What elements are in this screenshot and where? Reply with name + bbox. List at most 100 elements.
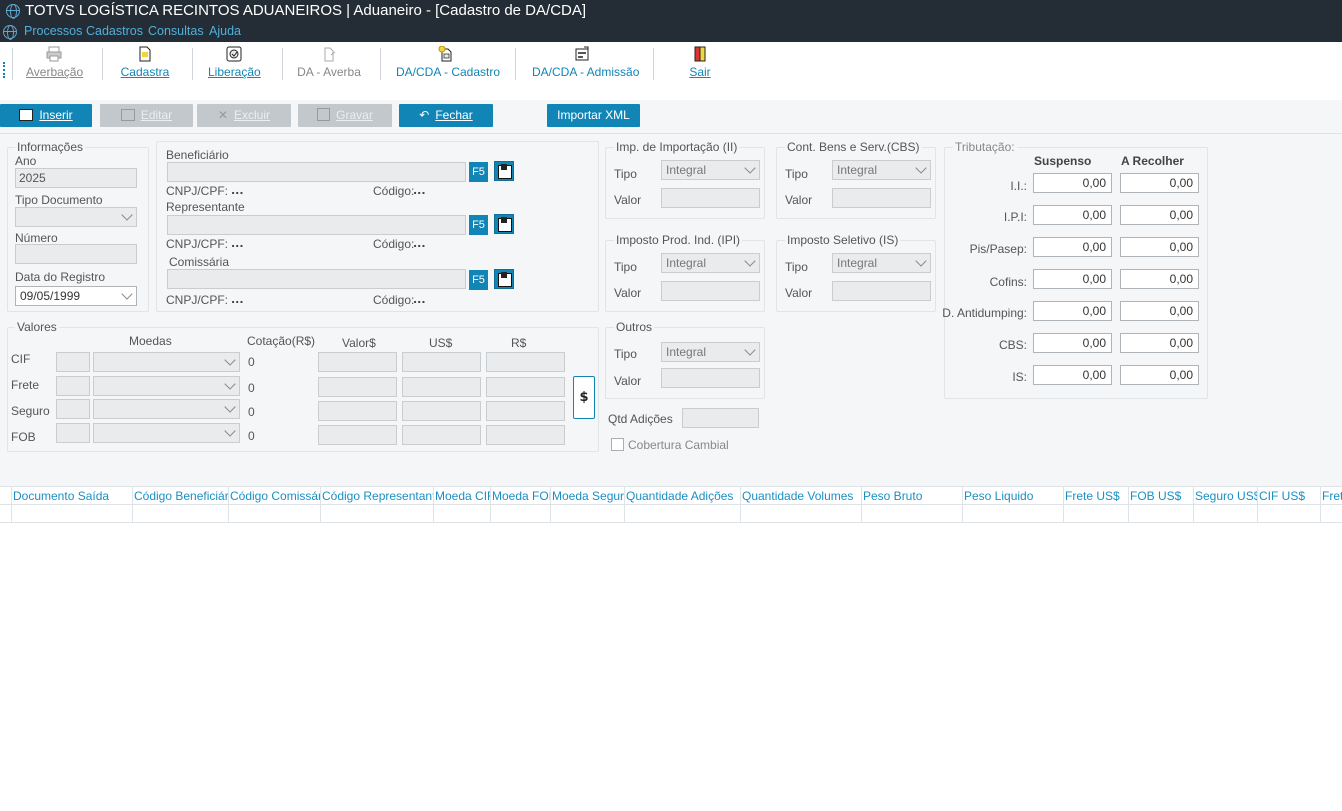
fob-moeda-select[interactable] xyxy=(93,423,240,443)
trib-ipi-suspenso-field[interactable]: 0,00 xyxy=(1033,205,1112,225)
fob-us-field[interactable] xyxy=(402,425,481,445)
menu-ajuda[interactable]: Ajuda xyxy=(209,24,241,38)
cif-code-field[interactable] xyxy=(56,352,90,372)
grid-cell xyxy=(740,505,862,523)
col-codigo-beneficiario[interactable]: Código Beneficiário xyxy=(132,487,229,506)
is-valor-field[interactable] xyxy=(832,281,931,301)
col-frete-truncated[interactable]: Fret xyxy=(1320,487,1342,506)
frete-moeda-select[interactable] xyxy=(93,376,240,396)
col-codigo-representante[interactable]: Código Representante xyxy=(320,487,434,506)
trib-ii-suspenso-field[interactable]: 0,00 xyxy=(1033,173,1112,193)
col-codigo-comissaria[interactable]: Código Comissária xyxy=(228,487,321,506)
toolbar-dacda-cadastro-button[interactable]: DA/CDA - Cadastro xyxy=(396,45,500,86)
gravar-button[interactable]: Gravar xyxy=(298,104,392,127)
col-cif-us[interactable]: CIF US$ xyxy=(1257,487,1321,506)
frete-us-field[interactable] xyxy=(402,377,481,397)
grid-cell xyxy=(320,505,434,523)
toolbar-sair-button[interactable]: Sair xyxy=(686,46,714,86)
is-tipo-select[interactable]: Integral xyxy=(832,253,931,273)
cbs-valor-field[interactable] xyxy=(832,188,931,208)
toolbar-liberacao-button[interactable]: Liberação xyxy=(208,46,261,86)
comissaria-field[interactable] xyxy=(167,269,466,289)
representante-field[interactable] xyxy=(167,215,466,235)
col-fob-us[interactable]: FOB US$ xyxy=(1128,487,1194,506)
beneficiario-lookup-icon[interactable] xyxy=(494,161,514,181)
trib-cbs-suspenso-field[interactable]: 0,00 xyxy=(1033,333,1112,353)
col-frete-us[interactable]: Frete US$ xyxy=(1063,487,1129,506)
table-row[interactable] xyxy=(0,505,1342,523)
seguro-moeda-select[interactable] xyxy=(93,399,240,419)
data-registro-picker[interactable]: 09/05/1999 xyxy=(15,286,137,306)
frete-code-field[interactable] xyxy=(56,376,90,396)
editar-button[interactable]: Editar xyxy=(100,104,193,127)
importar-xml-button[interactable]: Importar XML xyxy=(547,104,640,127)
col-moeda-fob[interactable]: Moeda FOB xyxy=(490,487,551,506)
ipi-tipo-select[interactable]: Integral xyxy=(661,253,760,273)
fob-rs-field[interactable] xyxy=(486,425,565,445)
trib-is-recolher-field[interactable]: 0,00 xyxy=(1120,365,1199,385)
trib-cofins-suspenso-field[interactable]: 0,00 xyxy=(1033,269,1112,289)
menu-processos[interactable]: Processos xyxy=(24,24,82,38)
toolbar-dacda-admissao-button[interactable]: DA/CDA - Admissão xyxy=(532,46,639,86)
col-peso-liquido[interactable]: Peso Liquido xyxy=(962,487,1064,506)
cobertura-cambial-checkbox[interactable] xyxy=(611,438,624,451)
ano-field[interactable]: 2025 xyxy=(15,168,137,188)
numero-field[interactable] xyxy=(15,244,137,264)
ii-valor-field[interactable] xyxy=(661,188,760,208)
seguro-us-field[interactable] xyxy=(402,401,481,421)
inserir-button[interactable]: Inserir xyxy=(0,104,92,127)
menu-cadastros[interactable]: Cadastros xyxy=(86,24,143,38)
beneficiario-codigo-value: ... xyxy=(413,184,426,197)
outros-tipo-select[interactable]: Integral xyxy=(661,342,760,362)
comissaria-lookup-icon[interactable] xyxy=(494,269,514,289)
outros-valor-field[interactable] xyxy=(661,368,760,388)
cbs-tipo-select[interactable]: Integral xyxy=(832,160,931,180)
trib-ii-recolher-field[interactable]: 0,00 xyxy=(1120,173,1199,193)
toolbar-averbacao-button[interactable]: Averbação xyxy=(26,46,83,86)
fob-valor-field[interactable] xyxy=(318,425,397,445)
beneficiario-f5-button[interactable]: F5 xyxy=(469,162,488,182)
col-moeda-cif[interactable]: Moeda CIF xyxy=(433,487,491,506)
col-seguro-us[interactable]: Seguro US$ xyxy=(1193,487,1258,506)
cif-us-field[interactable] xyxy=(402,352,481,372)
seguro-label: Seguro xyxy=(11,404,50,418)
trib-antidumping-recolher-field[interactable]: 0,00 xyxy=(1120,301,1199,321)
qtd-adicoes-field[interactable] xyxy=(682,408,759,428)
trib-cofins-recolher-field[interactable]: 0,00 xyxy=(1120,269,1199,289)
frete-valor-field[interactable] xyxy=(318,377,397,397)
trib-pis-suspenso-field[interactable]: 0,00 xyxy=(1033,237,1112,257)
trib-is-suspenso-field[interactable]: 0,00 xyxy=(1033,365,1112,385)
seguro-code-field[interactable] xyxy=(56,399,90,419)
toolbar-separator xyxy=(12,48,13,80)
toolbar-cadastra-button[interactable]: Cadastra xyxy=(120,46,170,86)
fechar-button[interactable]: ↶ Fechar xyxy=(399,104,493,127)
excluir-button[interactable]: ✕ Excluir xyxy=(197,104,291,127)
trib-ipi-recolher-field[interactable]: 0,00 xyxy=(1120,205,1199,225)
trib-pis-recolher-field[interactable]: 0,00 xyxy=(1120,237,1199,257)
col-peso-bruto[interactable]: Peso Bruto xyxy=(861,487,963,506)
cif-moeda-select[interactable] xyxy=(93,352,240,372)
seguro-rs-field[interactable] xyxy=(486,401,565,421)
col-quantidade-volumes[interactable]: Quantidade Volumes xyxy=(740,487,862,506)
trib-cbs-recolher-field[interactable]: 0,00 xyxy=(1120,333,1199,353)
toolbar-da-averba-button[interactable]: DA - Averba xyxy=(296,46,362,86)
tipo-documento-select[interactable] xyxy=(15,207,137,227)
menu-consultas[interactable]: Consultas xyxy=(148,24,204,38)
cif-rs-field[interactable] xyxy=(486,352,565,372)
ii-tipo-select[interactable]: Integral xyxy=(661,160,760,180)
cif-valor-field[interactable] xyxy=(318,352,397,372)
col-documento-saida[interactable]: Documento Saída xyxy=(11,487,133,506)
representante-lookup-icon[interactable] xyxy=(494,214,514,234)
fob-code-field[interactable] xyxy=(56,423,90,443)
col-moeda-seguro[interactable]: Moeda Seguro xyxy=(550,487,625,506)
representante-f5-button[interactable]: F5 xyxy=(469,215,488,235)
frete-rs-field[interactable] xyxy=(486,377,565,397)
trib-antidumping-suspenso-field[interactable]: 0,00 xyxy=(1033,301,1112,321)
seguro-valor-field[interactable] xyxy=(318,401,397,421)
ipi-valor-field[interactable] xyxy=(661,281,760,301)
calcular-button[interactable]: $ xyxy=(573,376,595,419)
col-quantidade-adicoes[interactable]: Quantidade Adições xyxy=(624,487,741,506)
comissaria-f5-button[interactable]: F5 xyxy=(469,270,488,290)
fob-label: FOB xyxy=(11,430,36,444)
beneficiario-field[interactable] xyxy=(167,162,466,182)
